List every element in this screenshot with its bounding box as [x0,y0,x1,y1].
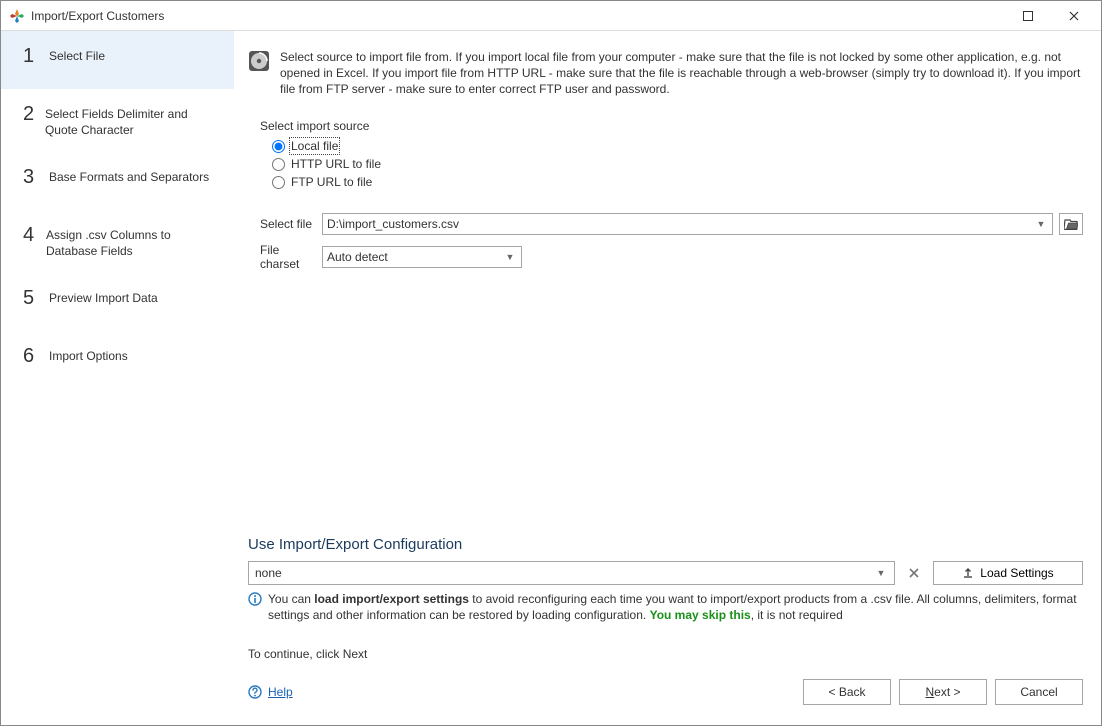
step-1-select-file[interactable]: 1 Select File [1,31,234,89]
disk-icon [248,50,270,72]
step-label: Select File [49,45,105,64]
step-number: 2 [23,103,35,125]
close-button[interactable] [1051,1,1097,31]
config-value: none [255,566,874,580]
radio-http-url[interactable]: HTTP URL to file [272,155,1083,173]
config-note: You can load import/export settings to a… [268,591,1083,623]
radio-http-url-label: HTTP URL to file [291,157,381,171]
step-label: Preview Import Data [49,287,158,306]
step-number: 1 [23,45,39,67]
step-4-assign-columns[interactable]: 4 Assign .csv Columns to Database Fields [1,210,234,273]
back-button[interactable]: < Back [803,679,891,705]
load-settings-button[interactable]: Load Settings [933,561,1083,585]
help-icon [248,685,262,699]
select-file-combo[interactable]: D:\import_customers.csv ▼ [322,213,1053,235]
step-label: Assign .csv Columns to Database Fields [46,224,220,259]
maximize-button[interactable] [1005,1,1051,31]
clear-config-button[interactable] [901,561,927,585]
step-label: Import Options [49,345,128,364]
chevron-down-icon: ▼ [503,252,517,262]
radio-ftp-url[interactable]: FTP URL to file [272,173,1083,191]
wizard-steps-sidebar: 1 Select File 2 Select Fields Delimiter … [1,31,234,725]
radio-ftp-url-label: FTP URL to file [291,175,372,189]
help-label: Help [268,685,293,699]
file-charset-value: Auto detect [327,250,503,264]
config-combo[interactable]: none ▼ [248,561,895,585]
step-number: 4 [23,224,36,246]
select-file-label: Select file [260,217,316,231]
info-icon [248,592,262,606]
titlebar: Import/Export Customers [1,1,1101,31]
browse-file-button[interactable] [1059,213,1083,235]
step-5-preview[interactable]: 5 Preview Import Data [1,273,234,331]
step-number: 6 [23,345,39,367]
import-source-label: Select import source [260,119,1083,133]
step-6-import-options[interactable]: 6 Import Options [1,331,234,389]
chevron-down-icon: ▼ [874,568,888,578]
intro-block: Select source to import file from. If yo… [248,49,1083,97]
file-charset-row: File charset Auto detect ▼ [248,243,1083,271]
step-number: 5 [23,287,39,309]
config-section-title: Use Import/Export Configuration [248,536,1083,553]
help-link[interactable]: Help [248,685,293,699]
select-file-value: D:\import_customers.csv [327,217,1034,231]
radio-local-file[interactable]: Local file [272,137,1083,155]
next-button[interactable]: Next > [899,679,987,705]
select-file-row: Select file D:\import_customers.csv ▼ [248,213,1083,235]
load-settings-label: Load Settings [980,566,1053,580]
step-2-delimiter-quote[interactable]: 2 Select Fields Delimiter and Quote Char… [1,89,234,152]
radio-local-file-input[interactable] [272,140,285,153]
chevron-down-icon: ▼ [1034,219,1048,229]
cancel-button[interactable]: Cancel [995,679,1083,705]
upload-icon [962,567,974,579]
step-3-formats-separators[interactable]: 3 Base Formats and Separators [1,152,234,210]
intro-text: Select source to import file from. If yo… [280,49,1083,97]
step-label: Base Formats and Separators [49,166,209,185]
file-charset-combo[interactable]: Auto detect ▼ [322,246,522,268]
step-label: Select Fields Delimiter and Quote Charac… [45,103,220,138]
file-charset-label: File charset [260,243,316,271]
step-number: 3 [23,166,39,188]
window-title: Import/Export Customers [31,9,164,23]
continue-instruction: To continue, click Next [248,647,1083,661]
radio-http-url-input[interactable] [272,158,285,171]
app-icon [9,8,25,24]
radio-ftp-url-input[interactable] [272,176,285,189]
radio-local-file-label: Local file [291,139,338,153]
